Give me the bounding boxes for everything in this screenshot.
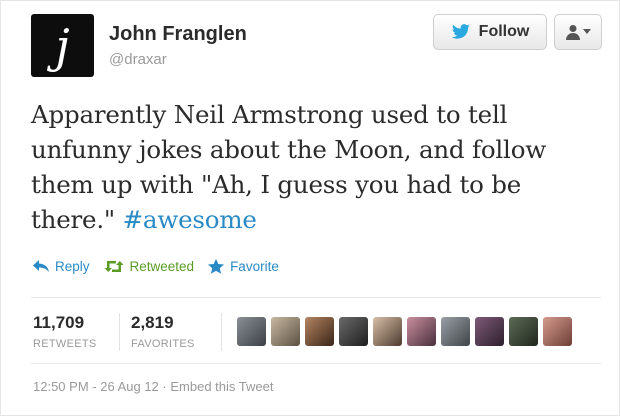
hashtag-link[interactable]: #awesome: [123, 205, 257, 234]
embed-tweet-link[interactable]: Embed this Tweet: [170, 379, 273, 394]
follow-button[interactable]: Follow: [433, 14, 547, 50]
stat-divider: [221, 313, 222, 351]
divider: [31, 297, 601, 298]
reply-button[interactable]: Reply: [33, 259, 90, 274]
retweets-stat[interactable]: 11,709 RETWEETS: [33, 313, 97, 350]
tweet-card: j John Franglen @draxar Follow Apparentl…: [0, 0, 620, 416]
favoriter-avatar[interactable]: [509, 317, 538, 346]
retweet-button[interactable]: Retweeted: [104, 258, 195, 274]
chevron-down-icon: [582, 29, 591, 34]
retweets-label: RETWEETS: [33, 338, 97, 350]
favoriter-avatar[interactable]: [305, 317, 334, 346]
star-icon: [208, 258, 225, 274]
favoriter-avatar[interactable]: [543, 317, 572, 346]
tweet-footer: 12:50 PM - 26 Aug 12 · Embed this Tweet: [33, 379, 273, 394]
favoriter-avatar[interactable]: [237, 317, 266, 346]
favorites-stat[interactable]: 2,819 FAVORITES: [131, 313, 195, 350]
favoriter-avatar[interactable]: [373, 317, 402, 346]
stat-divider: [119, 313, 120, 351]
tweet-text: Apparently Neil Armstrong used to tell u…: [31, 97, 601, 237]
favorite-button[interactable]: Favorite: [208, 258, 279, 274]
favorites-count: 2,819: [131, 313, 174, 332]
avatar[interactable]: j: [31, 14, 94, 77]
user-actions-button[interactable]: [554, 14, 602, 50]
favoriter-avatar[interactable]: [339, 317, 368, 346]
avatar-letter: j: [55, 18, 70, 73]
follow-label: Follow: [478, 23, 530, 40]
divider: [31, 363, 601, 364]
retweets-count: 11,709: [33, 313, 85, 332]
tweet-time[interactable]: 12:50 PM: [33, 379, 89, 394]
reply-arrow-icon: [33, 260, 49, 272]
user-name[interactable]: John Franglen: [109, 23, 247, 46]
twitter-bird-icon: [451, 24, 470, 39]
favorite-label: Favorite: [230, 258, 279, 274]
retweeted-label: Retweeted: [129, 258, 195, 274]
favoriter-avatar[interactable]: [271, 317, 300, 346]
user-handle[interactable]: @draxar: [109, 51, 167, 68]
tweet-body: Apparently Neil Armstrong used to tell u…: [31, 100, 547, 234]
favoriter-avatar[interactable]: [475, 317, 504, 346]
person-icon: [565, 25, 580, 40]
favorites-label: FAVORITES: [131, 338, 195, 350]
favoriter-avatar[interactable]: [441, 317, 470, 346]
reply-label: Reply: [55, 258, 90, 274]
retweet-icon: [104, 260, 124, 272]
tweet-actions: Reply Retweeted Favorite: [33, 256, 293, 276]
favoriter-avatar[interactable]: [407, 317, 436, 346]
tweet-date[interactable]: 26 Aug 12: [100, 379, 159, 394]
